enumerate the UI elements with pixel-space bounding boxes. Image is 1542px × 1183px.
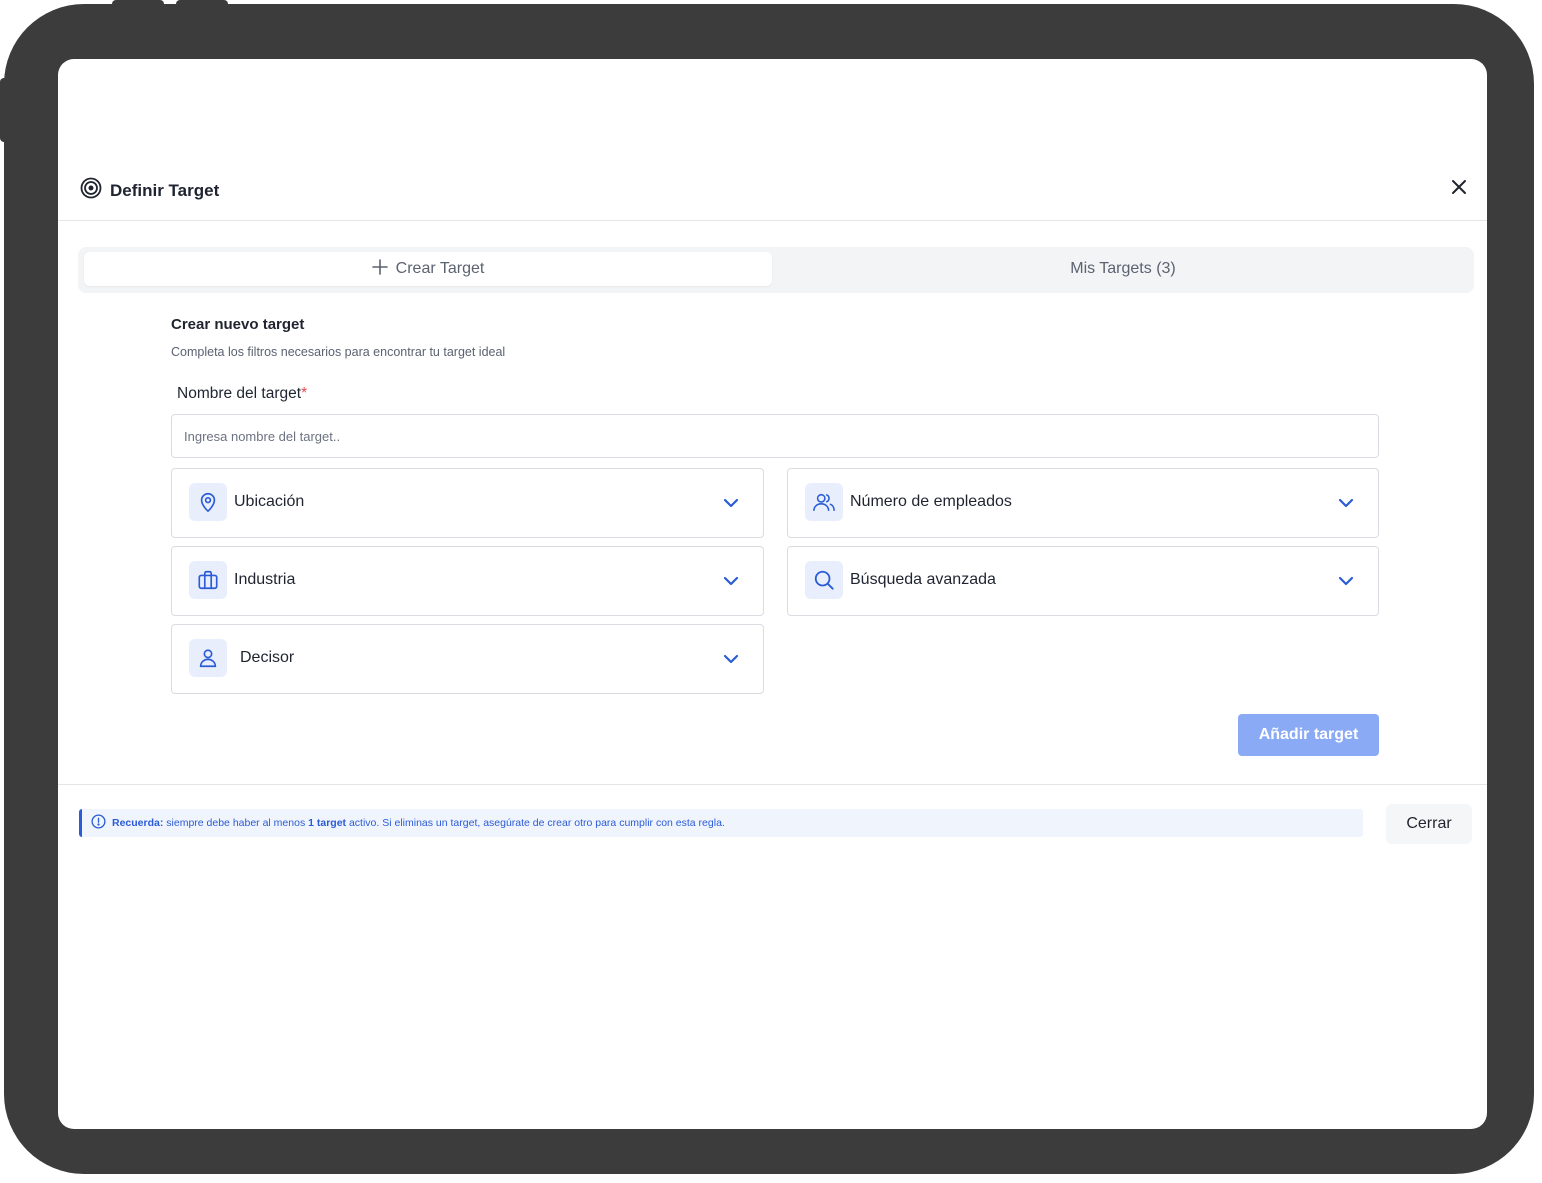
notice-part2: activo. Si eliminas un target, asegúrate… xyxy=(346,817,725,829)
notice-bold: 1 target xyxy=(308,817,347,829)
modal: Definir Target Crear Target Mis Targets … xyxy=(58,59,1487,1129)
plus-icon xyxy=(371,258,388,280)
tab-label: Crear Target xyxy=(395,260,485,277)
notice-prefix: Recuerda: xyxy=(112,817,164,829)
tab-label: Mis Targets (3) xyxy=(1070,260,1176,277)
chevron-down-icon xyxy=(721,649,741,669)
briefcase-icon xyxy=(189,561,227,599)
name-field-label: Nombre del target* xyxy=(177,385,307,403)
target-name-input[interactable] xyxy=(171,414,1379,458)
add-target-button[interactable]: Añadir target xyxy=(1238,714,1379,756)
target-icon xyxy=(80,177,102,204)
section-subtitle: Completa los filtros necesarios para enc… xyxy=(171,345,506,359)
required-mark: * xyxy=(301,385,308,402)
modal-title: Definir Target xyxy=(110,180,220,200)
chevron-down-icon xyxy=(721,571,741,591)
modal-title-group: Definir Target xyxy=(80,177,219,204)
footer-divider xyxy=(58,784,1487,785)
tab-mis-targets[interactable]: Mis Targets (3) xyxy=(778,252,1468,286)
filter-label: Industria xyxy=(234,571,296,588)
chevron-down-icon xyxy=(1336,493,1356,513)
filter-label: Número de empleados xyxy=(850,493,1012,510)
notice-text: Recuerda: siempre debe haber al menos 1 … xyxy=(112,817,725,829)
close-icon[interactable] xyxy=(1447,175,1471,199)
close-button[interactable]: Cerrar xyxy=(1386,804,1472,844)
tab-crear-target[interactable]: Crear Target xyxy=(84,252,772,286)
info-icon xyxy=(91,814,106,832)
filter-ubicacion[interactable]: Ubicación xyxy=(171,468,764,538)
filter-label: Ubicación xyxy=(234,493,305,510)
info-notice: Recuerda: siempre debe haber al menos 1 … xyxy=(79,809,1363,837)
filter-label: Búsqueda avanzada xyxy=(850,571,996,588)
name-label-text: Nombre del target xyxy=(177,385,302,402)
location-pin-icon xyxy=(189,483,227,521)
search-icon xyxy=(805,561,843,599)
user-icon xyxy=(189,639,227,677)
filter-decisor[interactable]: Decisor xyxy=(171,624,764,694)
section-title: Crear nuevo target xyxy=(171,316,305,333)
users-icon xyxy=(805,483,843,521)
tablet-frame: Definir Target Crear Target Mis Targets … xyxy=(4,4,1534,1174)
modal-header: Definir Target xyxy=(58,59,1487,221)
chevron-down-icon xyxy=(1336,571,1356,591)
filter-label: Decisor xyxy=(240,649,295,666)
filter-industria[interactable]: Industria xyxy=(171,546,764,616)
filter-busqueda-avanzada[interactable]: Búsqueda avanzada xyxy=(787,546,1379,616)
notice-part1: siempre debe haber al menos xyxy=(163,817,309,829)
filter-numero-empleados[interactable]: Número de empleados xyxy=(787,468,1379,538)
tab-bar: Crear Target Mis Targets (3) xyxy=(78,247,1474,293)
chevron-down-icon xyxy=(721,493,741,513)
